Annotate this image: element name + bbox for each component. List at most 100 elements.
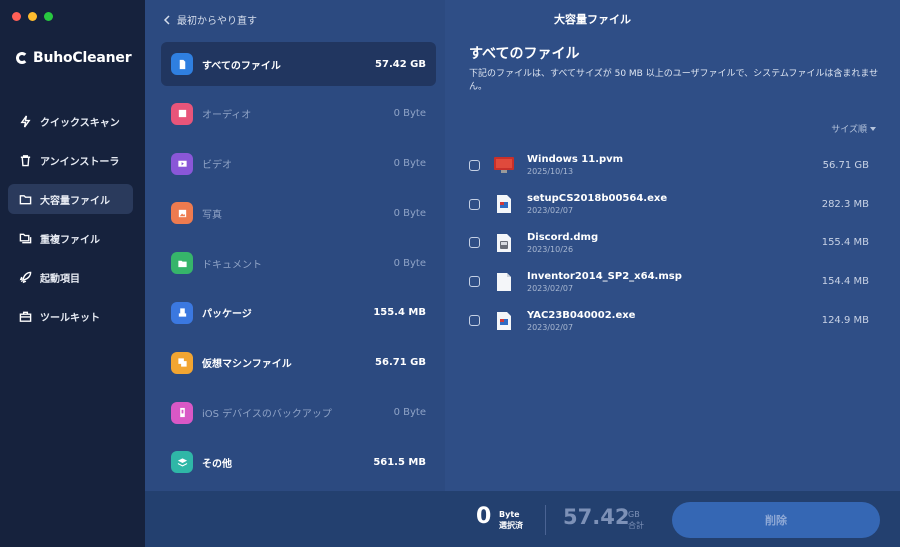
file-size: 155.4 MB <box>821 237 869 249</box>
sidebar-item-toolkit[interactable]: ツールキット <box>8 301 133 331</box>
audio-icon <box>171 102 193 125</box>
category-label: すべてのファイル <box>202 60 281 72</box>
category-label: パッケージ <box>202 309 252 321</box>
category-video[interactable]: ビデオ 0 Byte <box>161 142 436 186</box>
chevron-down-icon <box>870 126 876 131</box>
file-panel: 大容量ファイル すべてのファイル 下記のファイルは、すべてサイズが 50 MB … <box>445 0 900 491</box>
file-checkbox[interactable] <box>469 315 480 327</box>
footer-divider <box>545 505 546 535</box>
category-size: 155.4 MB <box>373 307 426 319</box>
category-panel: 最初からやり直す すべてのファイル 57.42 GB オーディオ 0 Byte … <box>145 0 445 491</box>
blank-file-icon <box>493 270 515 294</box>
file-date: 2023/10/26 <box>527 244 574 254</box>
file-checkbox[interactable] <box>469 276 480 288</box>
total-label: 合計 <box>628 521 644 530</box>
folders-icon <box>18 231 32 245</box>
category-label: ドキュメント <box>202 259 262 271</box>
category-list: すべてのファイル 57.42 GB オーディオ 0 Byte ビデオ 0 Byt… <box>161 42 436 490</box>
selected-size-value: 0 <box>476 504 492 529</box>
sidebar-nav: クイックスキャン アンインストーラ 大容量ファイル 重複ファイル 起動項目 ツー… <box>8 106 133 340</box>
file-checkbox[interactable] <box>469 198 480 210</box>
total-size-unit: GB 合計 <box>628 509 644 531</box>
file-row[interactable]: YAC23B040002.exe 2023/02/07 124.9 MB <box>469 301 869 340</box>
file-size: 282.3 MB <box>821 198 869 210</box>
close-window-button[interactable] <box>12 12 21 21</box>
file-size: 124.9 MB <box>821 315 869 327</box>
sidebar-item-label: アンインストーラ <box>40 156 120 168</box>
sidebar-item-startup-items[interactable]: 起動項目 <box>8 262 133 292</box>
file-name: Discord.dmg <box>527 231 599 243</box>
sidebar-item-label: 起動項目 <box>40 273 80 285</box>
total-size-value: 57.42 <box>563 505 630 529</box>
file-size: 56.71 GB <box>822 159 869 171</box>
category-size: 57.42 GB <box>375 58 426 70</box>
file-name: Windows 11.pvm <box>527 154 624 166</box>
file-row[interactable]: Windows 11.pvm 2025/10/13 56.71 GB <box>469 146 869 185</box>
lightning-icon <box>18 114 32 128</box>
minimize-window-button[interactable] <box>28 12 37 21</box>
ios-backup-icon <box>171 401 193 424</box>
sidebar-item-label: 大容量ファイル <box>40 195 110 207</box>
file-checkbox[interactable] <box>469 237 480 249</box>
start-over-link[interactable]: 最初からやり直す <box>163 12 257 27</box>
category-photos[interactable]: 写真 0 Byte <box>161 191 436 235</box>
file-date: 2023/02/07 <box>527 206 574 216</box>
category-size: 0 Byte <box>393 257 426 269</box>
virtual-machine-icon <box>171 351 193 374</box>
sidebar-item-quick-scan[interactable]: クイックスキャン <box>8 106 133 136</box>
sort-dropdown[interactable]: サイズ順 <box>831 122 876 135</box>
file-name: YAC23B040002.exe <box>527 309 636 321</box>
category-size: 0 Byte <box>393 108 426 120</box>
category-ios-backups[interactable]: iOS デバイスのバックアップ 0 Byte <box>161 391 436 435</box>
file-date: 2023/02/07 <box>527 283 574 293</box>
file-date: 2023/02/07 <box>527 322 574 332</box>
trash-icon <box>18 153 32 167</box>
category-all-files[interactable]: すべてのファイル 57.42 GB <box>161 42 436 86</box>
section-description: 下記のファイルは、すべてサイズが 50 MB 以上のユーザファイルで、システムフ… <box>469 69 879 92</box>
file-name: setupCS2018b00564.exe <box>527 193 668 205</box>
zoom-window-button[interactable] <box>44 12 53 21</box>
sidebar-item-label: クイックスキャン <box>40 117 120 129</box>
window-controls <box>12 12 53 21</box>
total-unit: GB <box>628 510 640 519</box>
category-other[interactable]: その他 561.5 MB <box>161 440 436 484</box>
video-icon <box>171 152 193 175</box>
category-documents[interactable]: ドキュメント 0 Byte <box>161 241 436 285</box>
category-label: iOS デバイスのバックアップ <box>202 409 332 421</box>
file-row[interactable]: Discord.dmg 2023/10/26 155.4 MB <box>469 224 869 263</box>
exe-file-icon <box>493 192 515 216</box>
rocket-icon <box>18 270 32 284</box>
other-icon <box>171 451 193 474</box>
category-virtual-machine-files[interactable]: 仮想マシンファイル 56.71 GB <box>161 341 436 385</box>
category-label: 仮想マシンファイル <box>202 359 292 371</box>
sort-label: サイズ順 <box>831 125 867 135</box>
sidebar-item-uninstaller[interactable]: アンインストーラ <box>8 145 133 175</box>
category-label: その他 <box>202 458 232 470</box>
file-row[interactable]: setupCS2018b00564.exe 2023/02/07 282.3 M… <box>469 185 869 224</box>
chevron-left-icon <box>163 14 170 25</box>
sidebar-item-large-files[interactable]: 大容量ファイル <box>8 184 133 214</box>
footer-bar: 0 Byte 選択済 57.42 GB 合計 削除 <box>145 491 900 547</box>
delete-button[interactable]: 削除 <box>672 502 880 538</box>
sidebar-item-label: 重複ファイル <box>40 234 100 246</box>
category-size: 0 Byte <box>393 207 426 219</box>
sidebar-item-label: ツールキット <box>40 312 100 324</box>
sidebar-item-duplicate-files[interactable]: 重複ファイル <box>8 223 133 253</box>
file-checkbox[interactable] <box>469 159 480 171</box>
category-label: オーディオ <box>202 110 252 122</box>
category-size: 0 Byte <box>393 407 426 419</box>
dmg-file-icon <box>493 231 515 255</box>
category-audio[interactable]: オーディオ 0 Byte <box>161 92 436 136</box>
document-icon <box>171 252 193 275</box>
category-size: 0 Byte <box>393 158 426 170</box>
folder-icon <box>18 192 32 206</box>
selected-size-unit: Byte 選択済 <box>499 509 523 531</box>
brand-name: BuhoCleaner <box>33 50 132 66</box>
toolkit-icon <box>18 309 32 323</box>
file-name: Inventor2014_SP2_x64.msp <box>527 270 682 282</box>
file-row[interactable]: Inventor2014_SP2_x64.msp 2023/02/07 154.… <box>469 262 869 301</box>
file-list: Windows 11.pvm 2025/10/13 56.71 GB setup… <box>469 146 869 340</box>
category-packages[interactable]: パッケージ 155.4 MB <box>161 291 436 335</box>
start-over-label: 最初からやり直す <box>177 16 257 27</box>
parallels-vm-icon <box>493 153 515 177</box>
